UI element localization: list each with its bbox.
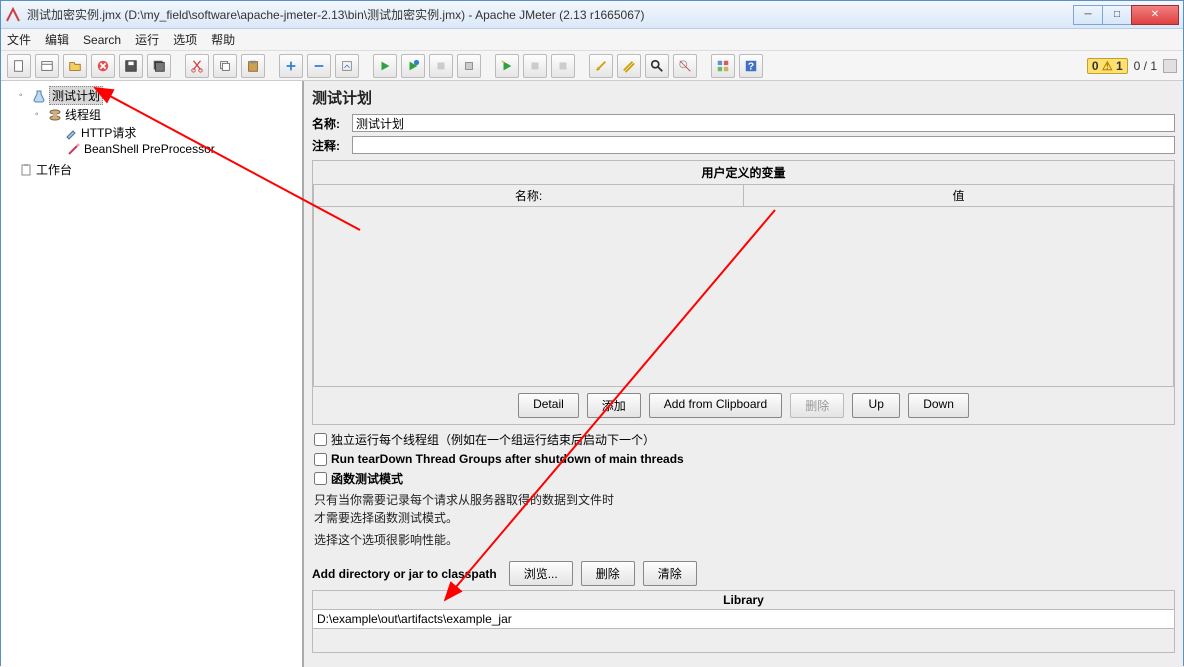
expand-toggle-icon[interactable]: ◦ <box>19 90 29 101</box>
close-file-icon[interactable] <box>91 54 115 78</box>
clear-all-icon[interactable] <box>617 54 641 78</box>
new-file-icon[interactable] <box>7 54 31 78</box>
delete-button[interactable]: 删除 <box>790 393 844 418</box>
tree-workbench[interactable]: 工作台 <box>19 161 300 178</box>
vars-table-body[interactable] <box>313 207 1174 387</box>
detail-button[interactable]: Detail <box>518 393 579 418</box>
svg-text:?: ? <box>748 60 754 72</box>
menu-search[interactable]: Search <box>83 33 121 47</box>
search-icon[interactable] <box>645 54 669 78</box>
clear-button[interactable]: 清除 <box>643 561 697 586</box>
menu-run[interactable]: 运行 <box>135 31 159 48</box>
vars-col-name: 名称: <box>314 185 744 207</box>
open-file-icon[interactable] <box>63 54 87 78</box>
save-as-icon[interactable] <box>147 54 171 78</box>
name-input[interactable] <box>352 114 1175 132</box>
templates-icon[interactable] <box>35 54 59 78</box>
toolbar: ? 0 ⚠ 1 0 / 1 <box>1 51 1183 81</box>
window-close-button[interactable]: ✕ <box>1131 5 1179 25</box>
tree-pane: ◦ 测试计划 ◦ 线程组 <box>1 81 303 667</box>
name-label: 名称: <box>312 115 352 132</box>
run-groups-serial-checkbox[interactable] <box>314 433 327 446</box>
description-text: 只有当你需要记录每个请求从服务器取得的数据到文件时 才需要选择函数测试模式。 <box>314 491 1173 527</box>
clipboard-icon <box>19 163 33 177</box>
warning-count-badge[interactable]: 0 ⚠ 1 <box>1087 58 1128 74</box>
classpath-label: Add directory or jar to classpath <box>312 567 497 581</box>
tree-node-label: 测试计划 <box>49 86 103 105</box>
add-button[interactable]: 添加 <box>587 393 641 418</box>
app-icon <box>5 7 21 23</box>
check-label: 独立运行每个线程组（例如在一个组运行结束后启动下一个） <box>331 431 655 448</box>
tree-node-label: 线程组 <box>65 106 101 123</box>
content-pane: 测试计划 名称: 注释: 用户定义的变量 名称: 值 <box>303 81 1183 667</box>
window-minimize-button[interactable]: ─ <box>1073 5 1103 25</box>
comment-input[interactable] <box>352 136 1175 154</box>
shutdown-icon[interactable] <box>457 54 481 78</box>
expand-icon[interactable] <box>279 54 303 78</box>
start-icon[interactable] <box>373 54 397 78</box>
vars-col-value: 值 <box>744 185 1174 207</box>
menu-help[interactable]: 帮助 <box>211 31 235 48</box>
functional-test-checkbox[interactable] <box>314 472 327 485</box>
description-text-2: 选择这个选项很影响性能。 <box>314 531 1173 549</box>
tree-node-label: HTTP请求 <box>81 124 136 141</box>
tree-node-label: 工作台 <box>36 161 72 178</box>
browse-button[interactable]: 浏览... <box>509 561 573 586</box>
lib-delete-button[interactable]: 删除 <box>581 561 635 586</box>
spool-icon <box>48 108 62 122</box>
menu-options[interactable]: 选项 <box>173 31 197 48</box>
vars-section-title: 用户定义的变量 <box>313 161 1174 184</box>
help-icon[interactable]: ? <box>739 54 763 78</box>
function-helper-icon[interactable] <box>711 54 735 78</box>
menu-edit[interactable]: 编辑 <box>45 31 69 48</box>
remote-shutdown-icon[interactable] <box>551 54 575 78</box>
cut-icon[interactable] <box>185 54 209 78</box>
window-titlebar: 测试加密实例.jmx (D:\my_field\software\apache-… <box>1 1 1183 29</box>
flask-icon <box>32 89 46 103</box>
check-label: 函数测试模式 <box>331 470 403 487</box>
start-no-timers-icon[interactable] <box>401 54 425 78</box>
menubar: 文件 编辑 Search 运行 选项 帮助 <box>1 29 1183 51</box>
stop-icon[interactable] <box>429 54 453 78</box>
window-maximize-button[interactable]: □ <box>1102 5 1132 25</box>
status-indicator-icon <box>1163 59 1177 73</box>
reset-search-icon[interactable] <box>673 54 697 78</box>
menu-file[interactable]: 文件 <box>7 31 31 48</box>
up-button[interactable]: Up <box>852 393 900 418</box>
tree-http-request[interactable]: · HTTP请求 <box>51 124 300 141</box>
remote-stop-icon[interactable] <box>523 54 547 78</box>
toggle-icon[interactable] <box>335 54 359 78</box>
library-row[interactable]: D:\example\out\artifacts\example_jar <box>313 610 1175 629</box>
tree-node-label: BeanShell PreProcessor <box>84 142 215 156</box>
remote-start-icon[interactable] <box>495 54 519 78</box>
panel-title: 测试计划 <box>312 87 1175 108</box>
tree-thread-group[interactable]: ◦ 线程组 <box>35 106 300 123</box>
comment-label: 注释: <box>312 137 352 154</box>
tree-beanshell-preprocessor[interactable]: BeanShell PreProcessor <box>67 142 300 156</box>
library-col-header: Library <box>313 591 1175 610</box>
paste-icon[interactable] <box>241 54 265 78</box>
library-table-body[interactable] <box>312 629 1175 653</box>
tree-test-plan[interactable]: ◦ 测试计划 <box>19 86 300 105</box>
expand-toggle-icon[interactable]: ◦ <box>35 109 45 120</box>
window-title: 测试加密实例.jmx (D:\my_field\software\apache-… <box>27 6 1074 23</box>
add-from-clipboard-button[interactable]: Add from Clipboard <box>649 393 782 418</box>
run-teardown-checkbox[interactable] <box>314 453 327 466</box>
run-count-status: 0 / 1 <box>1134 59 1157 73</box>
wand-icon <box>67 142 81 156</box>
collapse-icon[interactable] <box>307 54 331 78</box>
copy-icon[interactable] <box>213 54 237 78</box>
check-label: Run tearDown Thread Groups after shutdow… <box>331 452 684 466</box>
clear-icon[interactable] <box>589 54 613 78</box>
pipette-icon <box>64 126 78 140</box>
save-icon[interactable] <box>119 54 143 78</box>
down-button[interactable]: Down <box>908 393 969 418</box>
